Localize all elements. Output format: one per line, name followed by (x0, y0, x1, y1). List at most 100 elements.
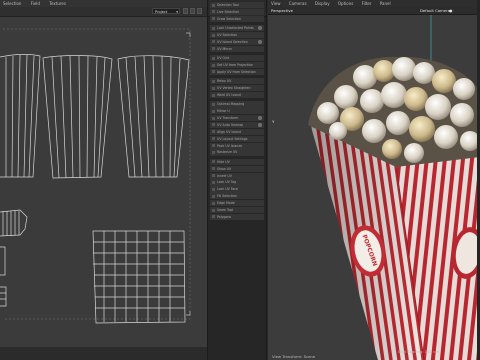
uv-command-label: Weld UV Island (217, 92, 241, 97)
uv-command-item[interactable]: Pack UV Islands (210, 142, 264, 149)
uv-command-item[interactable]: UV Layout Settings (210, 135, 264, 142)
uv-command-item[interactable]: Apply UV from Selection (210, 68, 264, 76)
uv-command-label: Apply UV from Selection (217, 69, 256, 74)
uv-command-item[interactable]: Lock UV Tag (210, 179, 264, 186)
uv-command-label: Selection Tool (217, 3, 239, 7)
uv-command-item[interactable]: Mirror U (210, 108, 264, 115)
uv-command-label: UV Selection (217, 32, 238, 37)
uv-command-item[interactable]: Set UV from Projection (210, 61, 264, 69)
uv-command-item[interactable]: Fill Selection (210, 193, 264, 200)
uv-command-label: Pack UV Islands (217, 143, 243, 148)
uv-command-item[interactable]: Rasterize UV (210, 149, 264, 156)
uv-command-label: UV Island Selection (217, 39, 248, 44)
uv-island-small-1 (0, 246, 6, 276)
uv-command-item[interactable]: UV Auto Unwrap (210, 121, 264, 129)
uv-editor-menubar: Selection Field Textures (0, 0, 210, 7)
uv-command-item[interactable]: Hide UV (210, 158, 264, 166)
uv-command-label: Live Selection (217, 9, 240, 14)
uv-command-item[interactable]: Selection Tool (210, 2, 264, 9)
uv-command-item[interactable]: UV Island Selection (210, 38, 264, 46)
uv-command-item[interactable]: Show UV (210, 165, 264, 172)
uv-command-item[interactable]: UV Transform (210, 114, 264, 122)
menu-panel[interactable]: Panel (380, 1, 391, 6)
chevron-down-icon: ▾ (176, 10, 178, 14)
menu-view[interactable]: View (271, 1, 281, 6)
camera-icon: ●· (449, 8, 454, 13)
uv-command-label: Invert UV (217, 173, 232, 178)
uv-command-label: UV Mirror (217, 46, 232, 51)
grid-spacing-label: Grid Spacing: 100 cm (398, 349, 440, 354)
uv-editor-toolbar: Project ▾ (0, 7, 210, 17)
lock-icon[interactable] (183, 8, 188, 14)
menu-field[interactable]: Field (31, 1, 40, 6)
menu-options[interactable]: Options (338, 1, 353, 6)
uv-command-item[interactable]: Lock UV Face (210, 186, 264, 193)
uv-command-item[interactable]: Grow Selection (210, 15, 264, 23)
uv-command-label: Polygons (217, 214, 232, 219)
uv-command-label: Align UV Island (217, 129, 242, 134)
uv-frame-corner (186, 32, 191, 316)
camera-label[interactable]: Default Camera (420, 8, 450, 13)
uv-layout-canvas (0, 28, 191, 324)
viewport-toolbar: Perspective Default Camera ●· (268, 7, 480, 15)
view-transform-label: View Transform: Scene (272, 354, 316, 359)
uv-command-item[interactable]: UV Vertex Straighten (210, 85, 264, 92)
uv-command-label: Lock UV Tag (217, 180, 237, 185)
uv-command-label: Edge Mode (217, 201, 235, 206)
project-select[interactable]: Project ▾ (152, 8, 180, 14)
options-icon[interactable] (258, 26, 262, 30)
menu-selection[interactable]: Selection (3, 1, 21, 6)
uv-command-item[interactable]: Weld UV Island (210, 91, 264, 99)
uv-command-item[interactable]: UV Selection (210, 31, 264, 39)
uv-command-label: UV Vertex Straighten (217, 86, 251, 91)
uv-command-label: Relax UV (217, 79, 232, 84)
uv-command-label: UV Layout Settings (217, 136, 248, 141)
uv-command-label: UV Transform (217, 115, 239, 120)
uv-command-item[interactable]: Edge Mode (210, 200, 264, 207)
uv-command-label: Show UV (217, 166, 232, 171)
options-icon[interactable] (258, 116, 262, 120)
perspective-label: Perspective (271, 8, 293, 13)
layout-icon[interactable] (197, 8, 202, 14)
uv-command-label: Seam Tool (217, 207, 234, 212)
uv-island-cup-bottom (92, 230, 186, 324)
uv-island-cup-side-2 (42, 55, 113, 179)
axis-y-label: Y (272, 119, 275, 124)
uv-command-label: Grow Selection (217, 16, 241, 21)
project-select-value: Project (155, 10, 168, 14)
uv-command-list: Selection Tool Live Selection Grow Selecti… (210, 0, 264, 221)
uv-command-label: Lock Unselected Points (217, 26, 254, 31)
uv-command-item[interactable]: UV Grid (210, 55, 264, 62)
3d-viewport[interactable]: POPCORN Y Grid Spacing: 100 cm View Tran… (268, 15, 480, 360)
menu-display[interactable]: Display (315, 1, 330, 6)
menu-cameras[interactable]: Cameras (289, 1, 307, 6)
uv-command-item[interactable]: Align UV Island (210, 128, 264, 136)
uv-command-label: Set UV from Projection (217, 62, 253, 67)
uv-island-cup-side-3 (117, 55, 190, 178)
uv-command-item[interactable]: Lock Unselected Points (210, 25, 264, 32)
uv-command-label: Mirror U (217, 109, 230, 114)
options-icon[interactable] (258, 40, 262, 44)
menu-textures[interactable]: Textures (49, 1, 66, 6)
uv-command-item[interactable]: Polygons (210, 213, 264, 221)
uv-island-cup-side-1 (0, 54, 41, 178)
uv-command-item[interactable]: Optimal Mapping (210, 101, 264, 108)
uv-command-item[interactable]: Live Selection (210, 8, 264, 16)
uv-command-item[interactable]: Invert UV (210, 172, 264, 179)
uv-island-flap (0, 209, 28, 237)
uv-command-label: UV Grid (217, 56, 230, 61)
uv-command-label: Rasterize UV (217, 150, 238, 155)
uv-command-panel: Selection Tool Live Selection Grow Selecti… (207, 0, 267, 360)
uv-island-small-2 (0, 286, 7, 307)
settings-icon[interactable] (190, 8, 195, 14)
uv-command-item[interactable]: UV Mirror (210, 45, 264, 53)
menu-filter[interactable]: Filter (362, 1, 372, 6)
uv-command-label: Fill Selection (217, 194, 237, 199)
uv-command-label: Lock UV Face (217, 187, 239, 192)
options-icon[interactable] (258, 123, 262, 127)
uv-command-item[interactable]: Seam Tool (210, 206, 264, 214)
uv-view[interactable] (0, 17, 207, 347)
uv-command-label: Optimal Mapping (217, 102, 245, 107)
uv-command-item[interactable]: Relax UV (210, 78, 264, 85)
popcorn-render: POPCORN (308, 15, 480, 360)
